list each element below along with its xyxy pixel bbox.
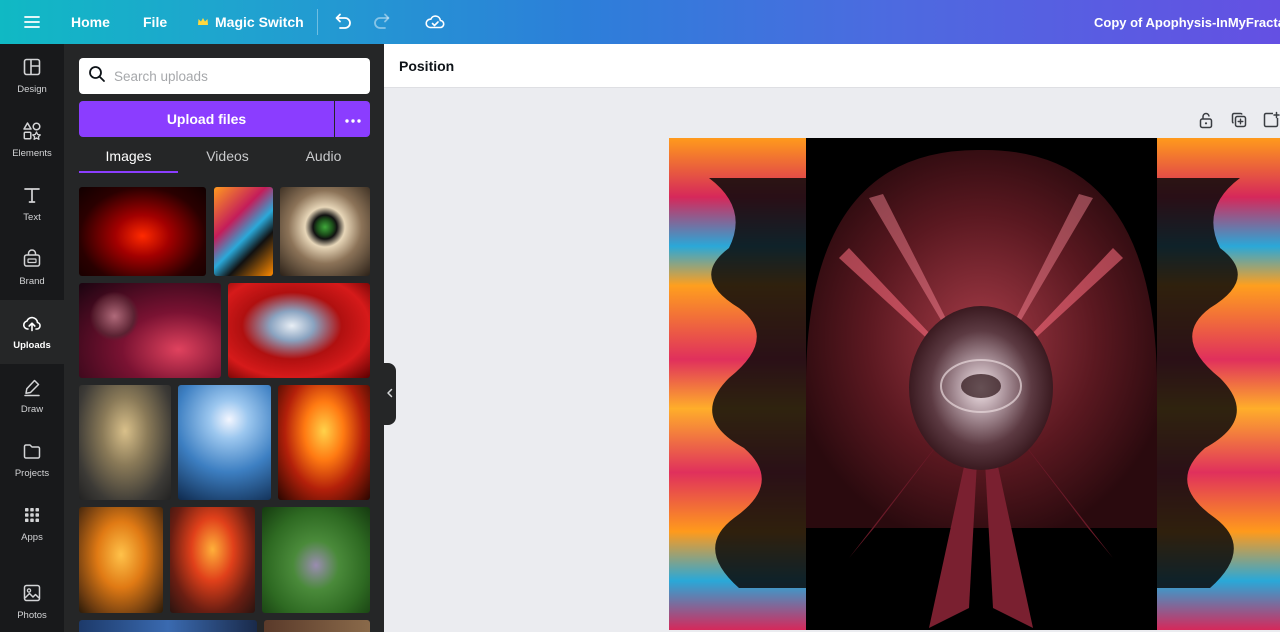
uploads-icon bbox=[22, 313, 42, 340]
rail-item-brand[interactable]: Brand bbox=[0, 236, 64, 300]
file-menu-button[interactable]: File bbox=[143, 0, 167, 44]
rail-item-photos[interactable]: Photos bbox=[0, 570, 64, 632]
rail-item-apps[interactable]: Apps bbox=[0, 492, 64, 556]
lock-icon bbox=[1198, 111, 1214, 134]
rail-label: Photos bbox=[17, 610, 47, 621]
magic-switch-label: Magic Switch bbox=[215, 14, 304, 30]
tab-audio[interactable]: Audio bbox=[277, 140, 370, 172]
duplicate-icon bbox=[1230, 111, 1248, 134]
design-canvas[interactable] bbox=[669, 138, 1280, 630]
toolbar-divider bbox=[317, 9, 318, 35]
rail-item-design[interactable]: Design bbox=[0, 44, 64, 108]
search-icon bbox=[79, 65, 106, 88]
projects-icon bbox=[22, 441, 42, 468]
search-box[interactable] bbox=[79, 58, 370, 94]
add-page-icon bbox=[1262, 111, 1280, 134]
rail-label: Uploads bbox=[13, 340, 51, 351]
cloud-save-icon[interactable] bbox=[424, 0, 446, 44]
uploaded-image-thumbnail[interactable] bbox=[79, 385, 171, 500]
fractal-artwork bbox=[669, 138, 1280, 630]
undo-icon bbox=[331, 11, 353, 33]
uploaded-image-thumbnail[interactable] bbox=[79, 620, 257, 632]
rail-label: Brand bbox=[19, 276, 45, 287]
top-bar: Home File Magic Switch Copy of Apophysis… bbox=[0, 0, 1280, 44]
lock-page-button[interactable] bbox=[1198, 112, 1214, 132]
redo-button[interactable] bbox=[372, 0, 394, 44]
media-tabs: Images Videos Audio bbox=[79, 140, 370, 174]
rail-label: Draw bbox=[20, 404, 44, 415]
tab-videos[interactable]: Videos bbox=[178, 140, 277, 172]
uploaded-image-thumbnail[interactable] bbox=[79, 283, 221, 378]
brand-icon bbox=[22, 249, 42, 276]
rail-item-text[interactable]: Text bbox=[0, 172, 64, 236]
upload-files-button[interactable]: Upload files bbox=[79, 101, 334, 137]
add-page-button[interactable] bbox=[1262, 111, 1280, 134]
elements-icon bbox=[22, 121, 42, 148]
uploads-panel: Upload files Images Videos Audio bbox=[64, 44, 384, 632]
crown-icon bbox=[197, 16, 209, 28]
document-title[interactable]: Copy of Apophysis-InMyFractal bbox=[1094, 0, 1280, 44]
uploaded-image-thumbnail[interactable] bbox=[79, 187, 206, 276]
text-icon bbox=[22, 185, 42, 212]
design-icon bbox=[22, 57, 42, 84]
uploaded-image-thumbnail[interactable] bbox=[264, 620, 370, 632]
uploaded-image-thumbnail[interactable] bbox=[278, 385, 370, 500]
rail-label: Text bbox=[23, 212, 41, 223]
uploaded-image-thumbnail[interactable] bbox=[170, 507, 255, 613]
draw-icon bbox=[22, 377, 42, 404]
rail-label: Projects bbox=[14, 468, 50, 479]
tab-images[interactable]: Images bbox=[79, 140, 178, 173]
uploaded-image-thumbnail[interactable] bbox=[79, 507, 163, 613]
rail-label: Design bbox=[17, 84, 47, 95]
position-button[interactable]: Position bbox=[399, 44, 454, 88]
chevron-left-icon bbox=[386, 385, 394, 403]
magic-switch-button[interactable]: Magic Switch bbox=[197, 0, 304, 44]
uploaded-image-thumbnail[interactable] bbox=[228, 283, 370, 378]
uploaded-image-thumbnail[interactable] bbox=[262, 507, 370, 613]
search-input[interactable] bbox=[114, 68, 354, 84]
undo-button[interactable] bbox=[331, 0, 353, 44]
home-button[interactable]: Home bbox=[71, 0, 110, 44]
rail-item-projects[interactable]: Projects bbox=[0, 428, 64, 492]
apps-icon bbox=[22, 505, 42, 532]
rail-item-draw[interactable]: Draw bbox=[0, 364, 64, 428]
redo-icon bbox=[372, 11, 394, 33]
duplicate-page-button[interactable] bbox=[1230, 112, 1248, 132]
uploaded-image-thumbnail[interactable] bbox=[214, 187, 273, 276]
left-rail: Design Elements Text Brand Uploads Draw … bbox=[0, 44, 64, 632]
uploaded-image-thumbnail[interactable] bbox=[178, 385, 271, 500]
rail-item-elements[interactable]: Elements bbox=[0, 108, 64, 172]
more-options-button[interactable] bbox=[335, 101, 370, 137]
uploaded-image-thumbnail[interactable] bbox=[280, 187, 370, 276]
more-dots-icon bbox=[344, 110, 361, 128]
rail-label: Elements bbox=[12, 148, 52, 159]
rail-item-uploads[interactable]: Uploads bbox=[0, 300, 64, 364]
collapse-panel-button[interactable] bbox=[384, 363, 396, 425]
photos-icon bbox=[22, 583, 42, 610]
context-toolbar: Position bbox=[384, 44, 1280, 88]
menu-icon[interactable] bbox=[22, 0, 42, 44]
rail-label: Apps bbox=[21, 532, 43, 543]
